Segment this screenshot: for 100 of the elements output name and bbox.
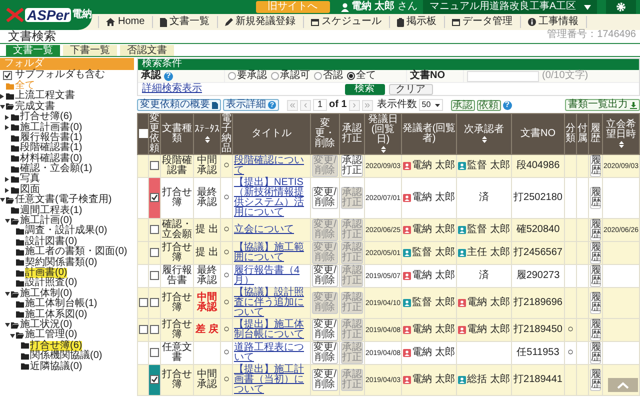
folder-item[interactable]: 近隣協議(0) [30,362,82,372]
folder-item[interactable]: 打合せ簿(6) [20,112,72,123]
action-button[interactable]: 依頼 [476,100,501,110]
document-title-link[interactable]: 【提出】NETIS（新技術情報提供システム）活用について [234,178,309,218]
edit-delete-button[interactable]: 変更/削除 [312,265,338,287]
select-all-checkbox[interactable] [138,128,148,138]
document-icon [212,102,218,108]
sort-icon[interactable] [482,136,486,143]
settings-button[interactable] [606,0,636,14]
nav-link[interactable]: 掲示板 [388,16,444,28]
nav-link[interactable]: 工事情報 [520,16,587,28]
edit-delete-button[interactable]: 変更/削除 [312,187,338,209]
radio-button[interactable] [314,72,322,80]
tab[interactable]: 下書一覧 [63,45,117,56]
edit-delete-button[interactable]: 変更/削除 [312,342,338,364]
doc-number-field[interactable] [467,70,539,82]
nav-link[interactable]: スケジュール [302,16,389,28]
checkbox[interactable] [150,374,159,384]
history-button[interactable]: 履歴 [590,342,601,364]
help-icon[interactable]: ? [164,72,173,80]
nav-link[interactable]: データ管理 [444,16,520,28]
person-name: 総括 太郎 [467,375,510,385]
document-title-link[interactable]: 【提出】施工計画書（当初）について [234,365,309,395]
caret-down-icon[interactable] [0,198,5,202]
help-icon[interactable]: ? [502,100,512,110]
folder-item[interactable]: 打合せ簿(6) [30,340,82,352]
checkbox[interactable] [150,160,159,170]
checkbox[interactable] [150,298,159,307]
folder-item[interactable]: 設計照査(0) [25,278,78,289]
project-select[interactable]: マニュアル用道路改良工事A工区 [423,0,597,14]
action-button[interactable]: 承認 [450,100,475,110]
folder-item[interactable]: 調査・設計成果(0) [25,226,108,237]
page-title: 文書検索 [8,30,56,43]
folder-item[interactable]: 段階確認書(1) [20,143,82,154]
folder-item[interactable]: 上流工程文書 [15,91,75,102]
caret-right-icon[interactable] [5,114,9,120]
history-button[interactable]: 履歴 [590,369,601,391]
checkbox[interactable] [3,71,12,80]
radio-button[interactable] [228,72,236,80]
radio-button[interactable] [347,72,355,80]
document-title-link[interactable]: 履行報告書（4月） [234,266,309,286]
nav-link[interactable]: 文書一覧 [152,16,217,28]
history-button[interactable]: 履歴 [590,292,601,314]
tab[interactable]: 文書一覧 [6,45,60,56]
tab[interactable]: 否認文書 [120,45,174,56]
change-summary-button[interactable]: 変更依頼の概要 [137,99,221,111]
document-title-link[interactable]: 道路工程表について [234,343,309,363]
folder-item[interactable]: 任意文書(電子検査用) [15,195,112,206]
document-title-link[interactable]: 段階確認について [234,156,309,176]
folder-item[interactable]: 写真 [20,174,40,185]
history-button[interactable]: 履歴 [590,319,601,341]
caret-down-icon[interactable] [0,104,5,109]
folder-item[interactable]: 施工管理(0) [25,330,78,341]
folder-item[interactable]: 関係機関協議(0) [30,351,102,362]
document-title-link[interactable]: 【協議】施工範囲について [234,243,309,263]
document-title-link[interactable]: 【協議】設計照査に伴う追加について [234,288,309,318]
sort-icon[interactable] [380,146,386,153]
caret-down-icon[interactable] [10,334,15,338]
approval-correction-button[interactable]: 承認打正 [341,155,363,177]
history-button[interactable]: 履歴 [590,187,601,209]
nav-link[interactable]: Home [98,16,152,28]
caret-right-icon[interactable] [5,188,9,193]
sort-icon[interactable] [618,141,624,148]
caret-right-icon[interactable] [0,94,4,100]
caret-down-icon[interactable] [5,219,10,224]
management-number: 管理番号：1746496 [547,30,636,40]
page-number-field[interactable]: 1 [313,99,327,111]
clear-button[interactable]: クリア [388,84,432,94]
caret-down-icon[interactable] [5,292,10,296]
character-counter: (0/10文字) [542,70,588,82]
history-button[interactable]: 履歴 [590,242,601,264]
history-button[interactable]: 履歴 [590,155,601,177]
radio-button[interactable] [271,72,279,80]
checkbox[interactable] [150,248,159,257]
checkbox[interactable] [150,324,159,334]
document-title-link[interactable]: 【提出】施工体制台帳について [234,320,309,340]
sort-icon[interactable] [204,136,210,143]
checkbox[interactable] [150,192,159,202]
history-button[interactable]: 履歴 [590,219,601,241]
history-button[interactable]: 履歴 [590,265,601,287]
per-page-select[interactable]: 50 [418,99,443,111]
nav-link[interactable]: 新規発議登録 [216,16,303,28]
table-cell: 段404986 [512,154,564,178]
caret-right-icon[interactable] [5,177,9,182]
edit-delete-button[interactable]: 変更/削除 [312,369,338,391]
caret-down-icon[interactable] [5,323,10,328]
edit-delete-button[interactable]: 変更/削除 [312,319,338,341]
checkbox[interactable] [139,324,148,334]
logo-text[interactable]: ASPer [24,8,72,22]
checkbox[interactable] [150,348,159,357]
export-button[interactable]: 書類一覧出力 [565,99,640,111]
checkbox[interactable] [139,298,148,307]
checkbox[interactable] [150,270,159,280]
detail-search-link[interactable]: 詳細検索表示 [142,84,202,94]
folder-item[interactable]: 施工者の書類・図面(0) [25,247,128,258]
caret-right-icon[interactable] [5,125,9,130]
folder-item[interactable]: 施工体制台帳(1) [25,299,98,310]
folder-item[interactable]: 施工状況(0) [20,320,72,330]
table-cell: 打2189696 [512,288,564,318]
checkbox[interactable] [150,224,159,234]
